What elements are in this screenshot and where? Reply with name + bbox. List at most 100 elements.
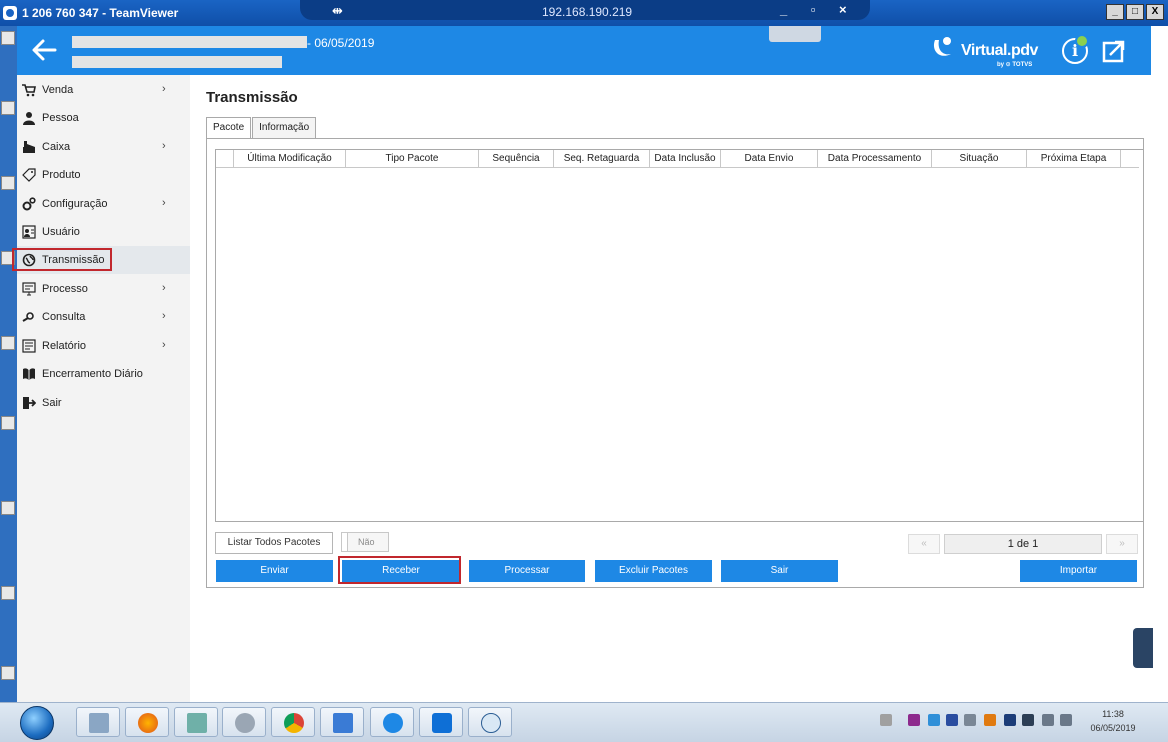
grid-header: Última Modificação Tipo Pacote Sequência… <box>216 150 1139 168</box>
tag-icon <box>22 168 36 182</box>
clock-time[interactable]: 11:38 <box>1085 709 1141 719</box>
maximize-button[interactable]: □ <box>1126 4 1144 20</box>
teamviewer-toolbar-icon[interactable]: ⇹ <box>332 3 343 19</box>
app-header: - 06/05/2019 Virtual.pdv by ⊙ TOTVS i <box>17 26 1151 75</box>
grid-header-proxima-etapa[interactable]: Próxima Etapa <box>1027 150 1121 168</box>
excluir-pacotes-button[interactable]: Excluir Pacotes <box>595 560 712 582</box>
grid-header-sequencia[interactable]: Sequência <box>479 150 554 168</box>
taskbar-virtualpdv[interactable] <box>370 707 414 737</box>
tab-pacote[interactable]: Pacote <box>206 117 252 140</box>
sidebar-item-label: Pessoa <box>42 112 79 124</box>
enviar-button[interactable]: Enviar <box>216 560 333 582</box>
sidebar-item-produto[interactable]: Produto <box>17 161 190 189</box>
grid-header-tipo-pacote[interactable]: Tipo Pacote <box>346 150 479 168</box>
taskbar-chrome[interactable] <box>271 707 315 737</box>
sair-button[interactable]: Sair <box>721 560 838 582</box>
virtualpdv-logo-icon <box>933 37 951 56</box>
desktop-shortcut-icon[interactable] <box>1 336 15 350</box>
tray-clock-icon[interactable] <box>1004 714 1016 726</box>
taskbar-firefox[interactable] <box>125 707 169 737</box>
teamviewer-side-tab[interactable] <box>1133 628 1153 668</box>
clock-date[interactable]: 06/05/2019 <box>1085 723 1141 733</box>
back-arrow-icon[interactable] <box>29 36 59 64</box>
sidebar-item-relatorio[interactable]: Relatório › <box>17 332 190 360</box>
tray-security-icon[interactable] <box>928 714 940 726</box>
pager-first-button[interactable]: « <box>908 534 940 554</box>
taskbar: 11:38 06/05/2019 <box>0 702 1168 742</box>
list-all-packages-button[interactable]: Listar Todos Pacotes <box>215 532 333 554</box>
cash-register-icon <box>23 141 35 153</box>
tray-app-icon[interactable] <box>908 714 920 726</box>
expand-icon[interactable] <box>1102 39 1126 63</box>
tray-flag-icon[interactable] <box>1042 714 1054 726</box>
firefox-icon <box>138 713 158 733</box>
page-title: Transmissão <box>206 89 298 106</box>
tray-skype-icon[interactable] <box>946 714 958 726</box>
grid-header-ultima-modificacao[interactable]: Última Modificação <box>234 150 346 168</box>
sidebar-item-label: Venda <box>42 84 74 96</box>
exit-icon <box>23 397 36 409</box>
sidebar-item-configuracao[interactable]: Configuração › <box>17 190 190 218</box>
sidebar-item-processo[interactable]: Processo › <box>17 275 190 303</box>
sidebar-item-consulta[interactable]: Consulta › <box>17 303 190 331</box>
redacted-store-name <box>72 36 307 48</box>
grid-header-data-inclusao[interactable]: Data Inclusão <box>650 150 721 168</box>
tray-display-icon[interactable] <box>1060 714 1072 726</box>
remote-desktop-icon <box>333 713 353 733</box>
taskbar-calculator[interactable] <box>76 707 120 737</box>
desktop-shortcut-icon[interactable] <box>1 176 15 190</box>
grid-header-data-processamento[interactable]: Data Processamento <box>818 150 932 168</box>
packages-grid[interactable]: Última Modificação Tipo Pacote Sequência… <box>215 149 1144 522</box>
user-card-icon <box>22 225 36 239</box>
desktop-shortcut-icon[interactable] <box>1 31 15 45</box>
main-content: Transmissão Pacote Informação Última Mod… <box>190 75 1151 702</box>
sidebar-item-label: Configuração <box>42 198 108 210</box>
sidebar: Venda › Pessoa Caixa › Produto Configura… <box>17 75 190 702</box>
tab-bar: Pacote Informação <box>206 117 317 140</box>
tray-network-icon[interactable] <box>1022 714 1034 726</box>
grid-header-situacao[interactable]: Situação <box>932 150 1027 168</box>
close-button[interactable]: X <box>1146 4 1164 20</box>
minimize-button[interactable]: _ <box>1106 4 1124 20</box>
report-icon <box>22 339 36 353</box>
tray-volume-icon[interactable] <box>964 714 976 726</box>
desktop-shortcut-icon[interactable] <box>1 101 15 115</box>
system-tray <box>880 711 1080 735</box>
redacted-store-info <box>72 56 282 68</box>
desktop-shortcut-icon[interactable] <box>1 416 15 430</box>
grid-header-end <box>1121 150 1139 168</box>
pager-last-button[interactable]: » <box>1106 534 1138 554</box>
taskbar-remote-desktop[interactable] <box>320 707 364 737</box>
remote-mini-toolbar[interactable] <box>769 26 821 42</box>
grid-header-selector[interactable] <box>216 150 234 168</box>
book-icon <box>23 368 35 380</box>
sidebar-item-usuario[interactable]: Usuário <box>17 218 190 246</box>
grid-header-data-envio[interactable]: Data Envio <box>721 150 818 168</box>
sidebar-item-sair[interactable]: Sair <box>17 389 190 417</box>
sidebar-item-caixa[interactable]: Caixa › <box>17 133 190 161</box>
processar-button[interactable]: Processar <box>469 560 585 582</box>
header-date: - 06/05/2019 <box>307 36 375 50</box>
remote-window-controls[interactable]: _ ▫ × <box>780 2 857 17</box>
sidebar-item-encerramento-diario[interactable]: Encerramento Diário <box>17 360 190 388</box>
list-all-toggle[interactable]: Não <box>341 532 389 552</box>
grid-header-seq-retaguarda[interactable]: Seq. Retaguarda <box>554 150 650 168</box>
tab-informacao[interactable]: Informação <box>252 117 317 139</box>
taskbar-notes[interactable] <box>174 707 218 737</box>
pager-status: 1 de 1 <box>944 534 1102 554</box>
sidebar-item-label: Processo <box>42 283 88 295</box>
desktop-shortcut-icon[interactable] <box>1 666 15 680</box>
chevron-right-icon: › <box>162 140 166 152</box>
start-button[interactable] <box>20 706 54 740</box>
importar-button[interactable]: Importar <box>1020 560 1137 582</box>
sidebar-item-pessoa[interactable]: Pessoa <box>17 104 190 132</box>
tray-keyboard-icon[interactable] <box>880 714 892 726</box>
taskbar-teamviewer[interactable] <box>419 707 463 737</box>
taskbar-cloud-app[interactable] <box>468 707 512 737</box>
tray-update-icon[interactable] <box>984 714 996 726</box>
sidebar-item-venda[interactable]: Venda › <box>17 76 190 104</box>
desktop-shortcut-icon[interactable] <box>1 501 15 515</box>
virtualpdv-icon <box>383 713 403 733</box>
taskbar-settings[interactable] <box>222 707 266 737</box>
desktop-shortcut-icon[interactable] <box>1 586 15 600</box>
